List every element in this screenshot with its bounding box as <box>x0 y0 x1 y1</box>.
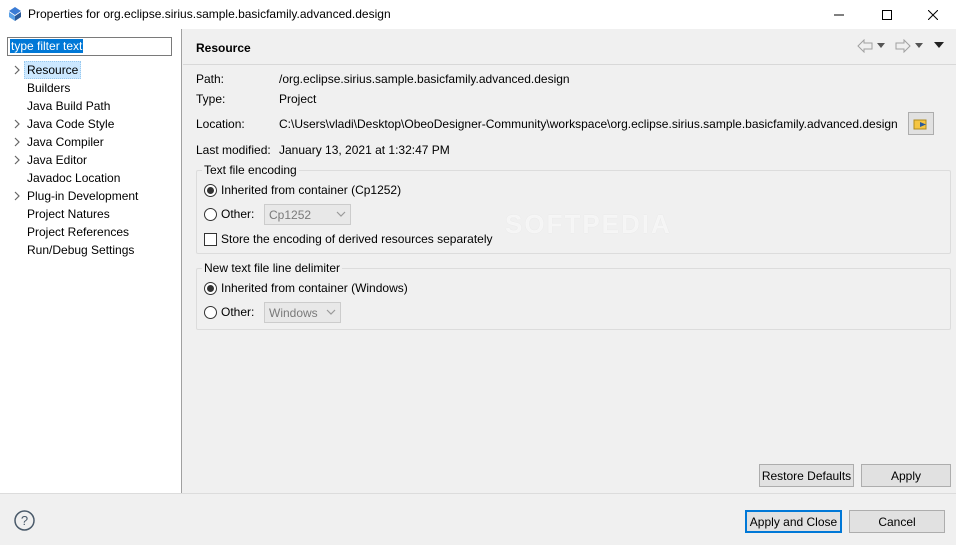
apply-button[interactable]: Apply <box>861 464 951 487</box>
encoding-other-label: Other: <box>221 207 255 221</box>
encoding-select-value: Cp1252 <box>269 208 312 222</box>
chevron-down-icon <box>336 211 346 217</box>
tree-item-label: Java Editor <box>27 153 88 167</box>
tree-item-java-compiler[interactable]: Java Compiler <box>0 133 182 151</box>
cancel-button[interactable]: Cancel <box>849 510 945 533</box>
svg-text:?: ? <box>21 513 28 528</box>
location-label: Location: <box>196 117 245 131</box>
tree-item-project-natures[interactable]: Project Natures <box>0 205 182 223</box>
encoding-inherited-radio[interactable]: Inherited from container (Cp1252) <box>204 183 401 197</box>
minimize-icon <box>834 14 844 15</box>
window-title: Properties for org.eclipse.sirius.sample… <box>28 7 391 21</box>
delimiter-select[interactable]: Windows <box>264 302 341 323</box>
encoding-select[interactable]: Cp1252 <box>264 204 351 225</box>
path-value: /org.eclipse.sirius.sample.basicfamily.a… <box>279 72 570 86</box>
forward-dropdown-icon[interactable] <box>915 43 923 49</box>
help-icon[interactable]: ? <box>14 510 35 531</box>
close-icon <box>928 9 938 20</box>
type-value: Project <box>279 92 317 106</box>
tree-item-javadoc-location[interactable]: Javadoc Location <box>0 169 182 187</box>
delimiter-inherited-label: Inherited from container (Windows) <box>221 281 408 295</box>
tree-item-label: Javadoc Location <box>27 171 121 185</box>
text-file-encoding-legend: Text file encoding <box>202 163 299 177</box>
chevron-right-icon[interactable] <box>12 64 22 76</box>
tree-item-java-code-style[interactable]: Java Code Style <box>0 115 182 133</box>
view-menu-icon[interactable] <box>934 42 944 49</box>
tree-item-label: Java Compiler <box>27 135 104 149</box>
derived-encoding-checkbox[interactable]: Store the encoding of derived resources … <box>204 232 493 246</box>
filter-input[interactable]: type filter text <box>7 37 172 56</box>
open-folder-icon <box>913 119 927 129</box>
last-modified-label: Last modified: <box>196 143 271 157</box>
tree-item-label: Project References <box>27 225 130 239</box>
encoding-other-radio[interactable]: Other: <box>204 207 254 221</box>
tree-item-label: Builders <box>27 81 71 95</box>
forward-arrow-icon[interactable] <box>895 39 911 53</box>
chevron-right-icon[interactable] <box>12 118 22 130</box>
delimiter-other-radio[interactable]: Other: <box>204 305 254 319</box>
delimiter-inherited-radio[interactable]: Inherited from container (Windows) <box>204 281 408 295</box>
dialog-button-bar: ? Apply and Close Cancel <box>0 493 956 545</box>
apply-and-close-button[interactable]: Apply and Close <box>745 510 842 533</box>
tree-item-plug-in-development[interactable]: Plug-in Development <box>0 187 182 205</box>
chevron-right-icon[interactable] <box>12 154 22 166</box>
page-header: Resource <box>183 29 956 65</box>
tree-item-label: Plug-in Development <box>27 189 139 203</box>
back-arrow-icon[interactable] <box>857 39 873 53</box>
line-delimiter-legend: New text file line delimiter <box>202 261 343 275</box>
path-label: Path: <box>196 72 225 86</box>
eclipse-properties-icon <box>9 7 21 21</box>
tree-item-run-debug-settings[interactable]: Run/Debug Settings <box>0 241 182 259</box>
title-bar: Properties for org.eclipse.sirius.sample… <box>0 0 956 29</box>
maximize-icon <box>882 9 892 20</box>
radio-unselected-icon <box>204 305 217 319</box>
radio-selected-icon <box>204 183 217 197</box>
tree-item-java-editor[interactable]: Java Editor <box>0 151 182 169</box>
maximize-button[interactable] <box>864 0 910 29</box>
checkbox-unchecked-icon <box>204 232 217 246</box>
derived-encoding-label: Store the encoding of derived resources … <box>221 232 493 246</box>
radio-unselected-icon <box>204 207 217 221</box>
tree-item-label: Java Build Path <box>27 99 111 113</box>
type-label: Type: <box>196 92 226 106</box>
chevron-right-icon[interactable] <box>12 190 22 202</box>
encoding-inherited-label: Inherited from container (Cp1252) <box>221 183 402 197</box>
tree-item-label: Resource <box>24 61 82 79</box>
delimiter-select-value: Windows <box>269 306 318 320</box>
tree-item-label: Project Natures <box>27 207 110 221</box>
tree-item-java-build-path[interactable]: Java Build Path <box>0 97 182 115</box>
page-title: Resource <box>196 41 251 55</box>
tree-item-project-references[interactable]: Project References <box>0 223 182 241</box>
back-dropdown-icon[interactable] <box>877 43 885 49</box>
preference-tree-panel: type filter text Resource Builders Java … <box>0 29 182 493</box>
chevron-right-icon[interactable] <box>12 136 22 148</box>
tree-item-builders[interactable]: Builders <box>0 79 182 97</box>
location-value: C:\Users\vladi\Desktop\ObeoDesigner-Comm… <box>279 117 898 131</box>
radio-selected-icon <box>204 281 217 295</box>
tree-item-label: Java Code Style <box>27 117 115 131</box>
restore-defaults-button[interactable]: Restore Defaults <box>759 464 854 487</box>
tree-item-resource[interactable]: Resource <box>0 61 182 79</box>
chevron-down-icon <box>326 309 336 315</box>
delimiter-other-label: Other: <box>221 305 255 319</box>
last-modified-value: January 13, 2021 at 1:32:47 PM <box>279 143 450 157</box>
show-in-explorer-button[interactable] <box>908 112 934 135</box>
property-page: Resource Path: /org.eclipse.sirius.sampl… <box>183 29 956 493</box>
close-button[interactable] <box>910 0 956 29</box>
filter-input-text: type filter text <box>10 39 84 53</box>
tree-item-label: Run/Debug Settings <box>27 243 135 257</box>
minimize-button[interactable] <box>816 0 862 29</box>
